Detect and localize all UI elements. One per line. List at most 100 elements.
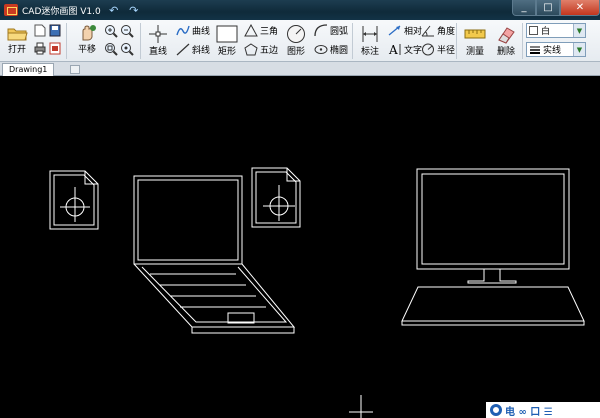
laptop[interactable] [133, 175, 296, 334]
shape-button[interactable]: 图形 [284, 24, 308, 57]
ellipse-icon [314, 45, 328, 54]
slant-line-button[interactable]: 斜线 [176, 43, 210, 56]
shape-label: 图形 [286, 47, 305, 57]
radius-label: 半径 [437, 46, 456, 56]
rect-label: 矩形 [217, 47, 236, 57]
separator [522, 23, 523, 59]
open-button[interactable]: 打开 [4, 24, 30, 55]
save-button[interactable] [49, 24, 61, 37]
undo-icon[interactable]: ↶ [107, 3, 121, 17]
rectangle-button[interactable]: 矩形 [214, 24, 240, 57]
window-title: CAD迷你画图 V1.0 [22, 6, 101, 17]
delete-label: 删除 [496, 47, 515, 57]
document-tabs: Drawing1 [0, 62, 600, 76]
ellipse-label: 椭圆 [330, 46, 349, 56]
new-tab-button[interactable] [70, 65, 80, 74]
slant-line-icon [176, 43, 190, 56]
svg-text:A: A [388, 43, 398, 56]
line-label: 直线 [148, 47, 167, 57]
color-value: 白 [541, 27, 551, 37]
open-label: 打开 [7, 45, 26, 55]
pentagon-button[interactable]: 五边 [244, 43, 278, 56]
desktop-monitor[interactable] [401, 168, 585, 326]
arc-button[interactable]: 圆弧 [314, 24, 348, 37]
dimension-button[interactable]: 标注 [358, 24, 382, 57]
linetype-value: 实线 [543, 46, 562, 56]
tab-drawing1[interactable]: Drawing1 [2, 63, 55, 76]
ucs-crosshair [349, 395, 373, 418]
separator [66, 23, 67, 59]
zoom-window-button[interactable] [104, 42, 118, 56]
pentagon-icon [244, 43, 258, 56]
maximize-button[interactable]: □ [536, 0, 560, 16]
slant-label: 斜线 [192, 46, 211, 56]
radius-icon [422, 43, 434, 56]
zoom-out-button[interactable] [120, 24, 134, 38]
angle-button[interactable]: 角度 [421, 24, 455, 37]
drawing-canvas[interactable] [0, 77, 600, 418]
line-button[interactable]: 直线 [146, 24, 170, 57]
circle-shape-icon [287, 25, 305, 43]
delete-button[interactable]: 删除 [493, 24, 519, 57]
dimension-label: 标注 [360, 47, 379, 57]
export-icon [49, 42, 61, 55]
new-file-icon [34, 24, 46, 37]
zoom-extents-button[interactable] [120, 42, 134, 56]
minimize-button[interactable]: _ [512, 0, 536, 16]
app-logo-icon [4, 4, 18, 16]
print-button[interactable] [34, 42, 46, 55]
radius-button[interactable]: 半径 [421, 43, 455, 56]
zoom-out-icon [121, 25, 134, 38]
printer-icon [34, 42, 46, 55]
window-controls: _ □ ✕ [512, 0, 600, 16]
close-button[interactable]: ✕ [560, 0, 600, 16]
export-button[interactable] [49, 42, 61, 55]
angle-icon [421, 25, 434, 37]
pan-button[interactable]: 平移 [72, 24, 102, 55]
text-button[interactable]: A 文字 [388, 43, 422, 56]
line-crosshair-icon [149, 25, 167, 43]
arc-icon [314, 24, 328, 37]
ellipse-button[interactable]: 椭圆 [314, 43, 348, 56]
separator [456, 23, 457, 59]
color-select[interactable]: 白 ▼ [526, 23, 586, 38]
zoom-in-icon [105, 25, 118, 38]
angle-label: 角度 [437, 27, 456, 37]
triangle-icon [244, 24, 258, 37]
title-bar: CAD迷你画图 V1.0 ↶ ↷ _ □ ✕ [0, 0, 600, 20]
document-symbol-left[interactable] [49, 170, 99, 230]
separator [140, 23, 141, 59]
relative-button[interactable]: 相对 [388, 24, 422, 37]
document-symbol-middle[interactable] [251, 167, 301, 228]
curve-label: 曲线 [192, 27, 211, 37]
pan-hand-icon [82, 25, 96, 41]
redo-icon[interactable]: ↷ [127, 3, 141, 17]
text-label: 文字 [404, 46, 423, 56]
watermark-logo: 电 ∞ 口 ☰ [486, 402, 600, 418]
measure-label: 测量 [465, 47, 484, 57]
rectangle-icon [216, 25, 238, 43]
new-file-button[interactable] [34, 24, 46, 37]
color-swatch-icon [529, 26, 538, 35]
linetype-icon [530, 46, 540, 54]
ruler-icon [464, 29, 486, 39]
relative-label: 相对 [404, 27, 423, 37]
watermark-ring-icon [490, 404, 502, 416]
separator [352, 23, 353, 59]
zoom-in-button[interactable] [104, 24, 118, 38]
text-icon: A [388, 43, 401, 56]
pan-label: 平移 [77, 45, 96, 55]
dimension-icon [362, 26, 378, 42]
linetype-select[interactable]: 实线 ▼ [526, 42, 586, 57]
curve-button[interactable]: 曲线 [176, 24, 210, 37]
drawing-svg [49, 167, 585, 418]
measure-button[interactable]: 测量 [461, 24, 489, 57]
ribbon-toolbar: 打开 平移 直线 曲线 斜线 矩形 三角 五边 图形 圆弧 椭圆 标注 相对 A… [0, 20, 600, 62]
triangle-button[interactable]: 三角 [244, 24, 278, 37]
relative-icon [388, 25, 401, 36]
save-icon [49, 24, 61, 37]
triangle-label: 三角 [260, 27, 279, 37]
folder-icon [7, 28, 28, 41]
pentagon-label: 五边 [260, 46, 279, 56]
arc-label: 圆弧 [330, 27, 349, 37]
